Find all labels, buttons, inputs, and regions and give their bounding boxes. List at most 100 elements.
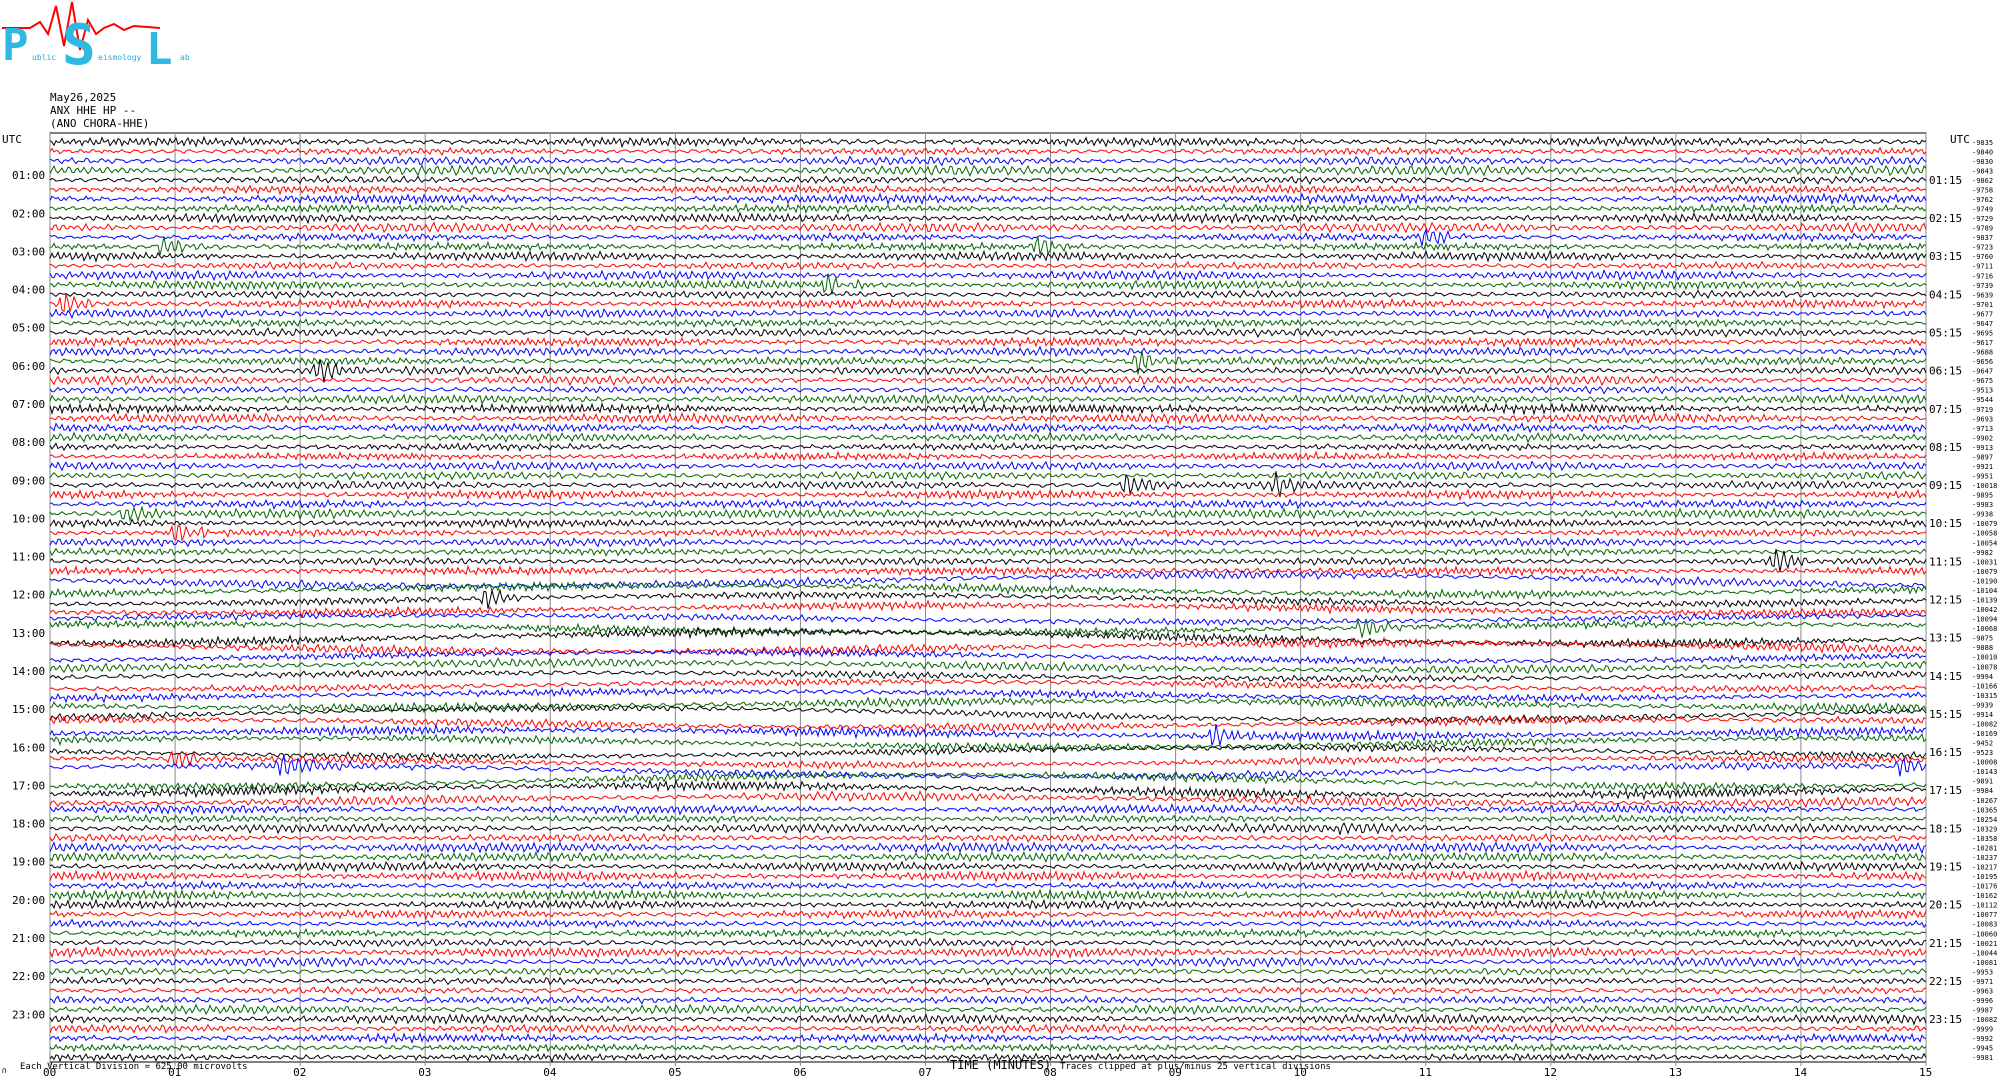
seismic-trace bbox=[50, 498, 1927, 511]
logo-letter-l: L bbox=[146, 24, 173, 75]
plot-date: May26,2025 bbox=[50, 91, 116, 104]
seismic-trace bbox=[49, 898, 1927, 911]
trace-offset-labels: -9835-9840 -9830-9843 -9862-9758 -9762 -9749… bbox=[1972, 139, 1997, 1062]
trace-offset-label: -9693 bbox=[1972, 415, 1993, 423]
hour-label-right: 04:15 bbox=[1929, 288, 1962, 301]
seismic-trace bbox=[49, 975, 1927, 987]
trace-offset-label: -9647 bbox=[1972, 320, 1993, 328]
trace-offset-label: -10042 bbox=[1972, 606, 1997, 614]
seismic-trace bbox=[49, 821, 1927, 835]
seismic-trace bbox=[49, 813, 1927, 824]
hour-label-left: 04:00 bbox=[12, 284, 45, 297]
x-axis-label: TIME (MINUTES) bbox=[950, 1058, 1051, 1072]
trace-offset-label: -9951 bbox=[1972, 473, 1993, 481]
trace-offset-label: -10031 bbox=[1972, 558, 1997, 566]
trace-offset-label: -9939 bbox=[1972, 701, 1993, 709]
trace-offset-label: -9983 bbox=[1972, 501, 1993, 509]
trace-offset-label: -10060 bbox=[1972, 930, 1997, 938]
trace-offset-label: -9762 bbox=[1972, 196, 1993, 204]
trace-offset-label: -9523 bbox=[1972, 749, 1993, 757]
scale-note: Each Vertical Division = 625.00 microvol… bbox=[20, 1062, 248, 1072]
trace-offset-label: -9938 bbox=[1972, 511, 1993, 519]
seismic-trace bbox=[49, 732, 1927, 753]
trace-offset-label: -9513 bbox=[1972, 387, 1993, 395]
x-tick-label: 12 bbox=[1544, 1066, 1557, 1079]
hour-label-right: 02:15 bbox=[1929, 212, 1962, 225]
trace-offset-label: -9758 bbox=[1972, 186, 1993, 194]
trace-offset-label: -10162 bbox=[1972, 892, 1997, 900]
trace-offset-label: -9843 bbox=[1972, 167, 1993, 175]
seismic-trace bbox=[49, 967, 1927, 976]
seismic-trace bbox=[49, 163, 1927, 177]
trace-offset-label: -9749 bbox=[1972, 206, 1993, 214]
hour-label-left: 03:00 bbox=[12, 245, 45, 258]
trace-offset-label: -9945 bbox=[1972, 1045, 1993, 1053]
trace-offset-label: -10281 bbox=[1972, 844, 1997, 852]
seismic-trace bbox=[49, 384, 1927, 395]
hour-label-right: 09:15 bbox=[1929, 479, 1962, 492]
seismic-trace bbox=[49, 937, 1927, 948]
trace-offset-label: -10077 bbox=[1972, 911, 1997, 919]
trace-offset-label: -10143 bbox=[1972, 768, 1997, 776]
trace-offset-label: -10195 bbox=[1972, 873, 1997, 881]
seismic-trace bbox=[49, 411, 1927, 426]
seismic-trace bbox=[49, 1003, 1927, 1016]
hour-label-left: 09:00 bbox=[12, 474, 45, 487]
trace-offset-label: -9639 bbox=[1972, 291, 1993, 299]
x-tick-label: 02 bbox=[293, 1066, 306, 1079]
seismic-trace bbox=[49, 345, 1927, 358]
seismic-trace bbox=[49, 211, 1927, 225]
trace-offset-label: -9688 bbox=[1972, 349, 1993, 357]
seismic-trace bbox=[49, 317, 1927, 329]
seismic-trace bbox=[49, 441, 1927, 452]
trace-offset-label: -9760 bbox=[1972, 253, 1993, 261]
hour-label-right: 06:15 bbox=[1929, 365, 1962, 378]
seismic-trace bbox=[49, 155, 1927, 167]
hour-label-left: 12:00 bbox=[12, 589, 45, 602]
x-tick-label: 05 bbox=[668, 1066, 681, 1079]
hour-label-left: 21:00 bbox=[12, 932, 45, 945]
trace-offset-label: -9902 bbox=[1972, 434, 1993, 442]
x-tick-label: 07 bbox=[918, 1066, 931, 1079]
seismic-trace bbox=[49, 524, 1927, 541]
seismic-trace bbox=[49, 431, 1927, 444]
plot-frame bbox=[49, 132, 1927, 1063]
seismic-trace bbox=[49, 505, 1927, 523]
seismic-trace bbox=[49, 146, 1927, 157]
seismic-trace bbox=[49, 994, 1927, 1005]
trace-offset-label: -9914 bbox=[1972, 711, 1993, 719]
trace-offset-label: -9739 bbox=[1972, 282, 1993, 290]
trace-offset-label: -10082 bbox=[1972, 1016, 1997, 1024]
hour-label-right: 01:15 bbox=[1929, 174, 1962, 187]
trace-offset-label: -10008 bbox=[1972, 759, 1997, 767]
trace-offset-label: -9452 bbox=[1972, 740, 1993, 748]
x-tick-label: 03 bbox=[418, 1066, 431, 1079]
seismic-trace bbox=[49, 696, 1927, 715]
trace-offset-label: -10044 bbox=[1972, 949, 1997, 957]
seismic-trace bbox=[49, 790, 1927, 809]
hour-label-left: 22:00 bbox=[12, 970, 45, 983]
trace-offset-label: -9963 bbox=[1972, 987, 1993, 995]
x-tick-label: 14 bbox=[1794, 1066, 1808, 1079]
helicorder-chart: P S L ublic eismology ab May26,2025 ANX … bbox=[2, 1, 1997, 1079]
logo-word-public: ublic bbox=[32, 53, 56, 62]
seismic-trace bbox=[49, 669, 1927, 684]
trace-offset-label: -9719 bbox=[1972, 406, 1993, 414]
trace-offset-label: -10058 bbox=[1972, 530, 1997, 538]
trace-offset-label: -9982 bbox=[1972, 549, 1993, 557]
seismic-trace bbox=[49, 249, 1927, 263]
seismic-trace bbox=[49, 1031, 1927, 1045]
trace-offset-label: -10081 bbox=[1972, 959, 1997, 967]
trace-offset-label: -9996 bbox=[1972, 997, 1993, 1005]
seismic-trace bbox=[49, 307, 1927, 320]
trace-offset-label: -9953 bbox=[1972, 968, 1993, 976]
seismic-trace bbox=[49, 536, 1927, 548]
trace-offset-label: -9713 bbox=[1972, 425, 1993, 433]
hour-label-left: 23:00 bbox=[12, 1008, 45, 1021]
trace-offset-label: -10112 bbox=[1972, 902, 1997, 910]
trace-offset-label: -9544 bbox=[1972, 396, 1993, 404]
seismic-trace bbox=[49, 401, 1927, 416]
hour-label-right: 13:15 bbox=[1929, 632, 1962, 645]
seismic-trace bbox=[49, 289, 1927, 300]
hour-label-left: 02:00 bbox=[12, 207, 45, 220]
